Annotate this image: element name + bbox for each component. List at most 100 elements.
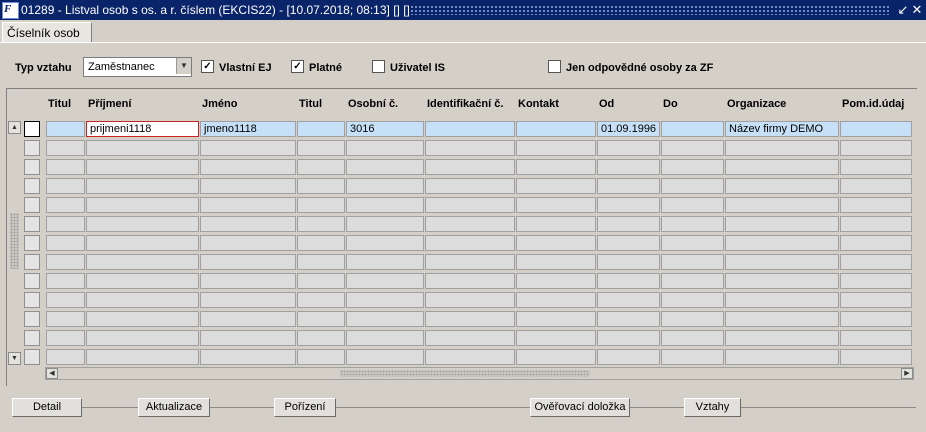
table-cell[interactable] xyxy=(840,292,912,308)
row-indicator[interactable] xyxy=(24,254,40,270)
table-cell[interactable] xyxy=(516,292,596,308)
table-cell[interactable] xyxy=(725,235,839,251)
table-cell[interactable] xyxy=(840,311,912,327)
overovaci-dolozka-button[interactable]: Ověřovací doložka xyxy=(530,398,630,417)
table-cell[interactable] xyxy=(840,273,912,289)
row-indicator[interactable] xyxy=(24,330,40,346)
table-cell[interactable] xyxy=(46,159,85,175)
table-cell[interactable] xyxy=(725,197,839,213)
table-cell[interactable] xyxy=(725,349,839,365)
table-cell[interactable] xyxy=(200,178,296,194)
table-cell[interactable] xyxy=(725,311,839,327)
table-cell[interactable] xyxy=(297,197,345,213)
table-cell[interactable] xyxy=(297,311,345,327)
table-cell[interactable] xyxy=(200,235,296,251)
table-cell[interactable] xyxy=(597,235,660,251)
table-cell[interactable] xyxy=(840,235,912,251)
table-cell[interactable] xyxy=(346,197,424,213)
scroll-right-icon[interactable]: ▶ xyxy=(901,368,913,379)
row-indicator[interactable] xyxy=(24,178,40,194)
table-cell[interactable] xyxy=(725,273,839,289)
table-cell[interactable]: jmeno1118 xyxy=(200,121,296,137)
table-cell[interactable] xyxy=(86,292,199,308)
table-cell[interactable] xyxy=(200,292,296,308)
vlastni-ej-checkbox[interactable]: ✓ xyxy=(201,60,214,73)
table-cell[interactable] xyxy=(346,292,424,308)
table-cell[interactable] xyxy=(661,349,724,365)
table-cell[interactable] xyxy=(46,311,85,327)
table-cell[interactable] xyxy=(346,178,424,194)
column-header[interactable]: Titul xyxy=(48,98,71,116)
row-indicator[interactable] xyxy=(24,349,40,365)
table-cell[interactable] xyxy=(661,216,724,232)
table-cell[interactable] xyxy=(725,254,839,270)
table-cell[interactable] xyxy=(425,292,515,308)
table-cell[interactable] xyxy=(425,159,515,175)
column-header[interactable]: Organizace xyxy=(727,98,786,116)
table-cell[interactable] xyxy=(86,235,199,251)
row-indicator[interactable] xyxy=(24,273,40,289)
scroll-left-icon[interactable]: ◀ xyxy=(46,368,58,379)
table-cell[interactable] xyxy=(516,273,596,289)
row-indicator[interactable] xyxy=(24,311,40,327)
table-cell[interactable] xyxy=(840,216,912,232)
scroll-down-icon[interactable]: ▼ xyxy=(8,352,21,365)
table-cell[interactable] xyxy=(86,330,199,346)
table-cell[interactable] xyxy=(297,216,345,232)
table-cell[interactable] xyxy=(425,197,515,213)
hscroll-thumb-grip[interactable] xyxy=(340,370,590,377)
table-cell[interactable] xyxy=(86,159,199,175)
table-cell[interactable] xyxy=(46,197,85,213)
column-header[interactable]: Jméno xyxy=(202,98,237,116)
table-cell[interactable] xyxy=(725,140,839,156)
scroll-thumb-grip[interactable] xyxy=(10,213,19,269)
table-cell[interactable] xyxy=(597,216,660,232)
tab-ciselnik-osob[interactable]: Číselník osob xyxy=(2,22,92,42)
table-cell[interactable] xyxy=(297,235,345,251)
table-cell[interactable] xyxy=(516,121,596,137)
table-cell[interactable] xyxy=(840,349,912,365)
table-cell[interactable] xyxy=(516,311,596,327)
table-cell[interactable] xyxy=(425,349,515,365)
table-cell[interactable] xyxy=(425,216,515,232)
table-cell[interactable] xyxy=(46,140,85,156)
table-cell[interactable] xyxy=(661,254,724,270)
table-cell[interactable] xyxy=(46,216,85,232)
column-header[interactable]: Osobní č. xyxy=(348,98,398,116)
table-cell[interactable]: 3016 xyxy=(346,121,424,137)
table-cell[interactable]: 01.09.1996 xyxy=(597,121,660,137)
table-cell[interactable] xyxy=(297,330,345,346)
table-cell[interactable] xyxy=(840,178,912,194)
table-cell[interactable] xyxy=(516,235,596,251)
close-icon[interactable]: ✕ xyxy=(910,2,924,17)
table-cell[interactable] xyxy=(661,235,724,251)
table-cell[interactable] xyxy=(46,330,85,346)
column-header[interactable]: Do xyxy=(663,98,678,116)
table-cell[interactable] xyxy=(425,121,515,137)
table-cell[interactable] xyxy=(346,330,424,346)
table-cell[interactable] xyxy=(597,349,660,365)
table-cell[interactable] xyxy=(200,197,296,213)
table-cell[interactable] xyxy=(661,330,724,346)
column-header[interactable]: Od xyxy=(599,98,614,116)
table-cell[interactable] xyxy=(46,292,85,308)
table-cell[interactable] xyxy=(725,216,839,232)
table-cell[interactable] xyxy=(46,254,85,270)
table-cell[interactable] xyxy=(297,254,345,270)
table-cell[interactable] xyxy=(516,159,596,175)
scroll-up-icon[interactable]: ▲ xyxy=(8,121,21,134)
table-cell[interactable] xyxy=(346,311,424,327)
table-cell[interactable] xyxy=(840,254,912,270)
column-header[interactable]: Příjmení xyxy=(88,98,131,116)
table-cell[interactable] xyxy=(425,273,515,289)
table-cell[interactable] xyxy=(597,330,660,346)
vztahy-button[interactable]: Vztahy xyxy=(684,398,741,417)
table-cell[interactable] xyxy=(725,330,839,346)
aktualizace-button[interactable]: Aktualizace xyxy=(138,398,210,417)
table-cell[interactable] xyxy=(86,311,199,327)
table-cell[interactable] xyxy=(597,178,660,194)
row-indicator[interactable] xyxy=(24,216,40,232)
table-cell[interactable] xyxy=(425,235,515,251)
column-header[interactable]: Pom.id.údaj xyxy=(842,98,904,116)
table-cell[interactable] xyxy=(200,330,296,346)
